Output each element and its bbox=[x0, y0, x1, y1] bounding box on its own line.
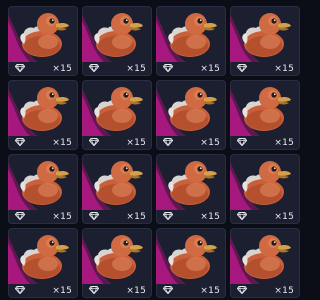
item-footer: ×15 bbox=[8, 60, 78, 76]
item-count: ×15 bbox=[200, 286, 220, 296]
inventory-item-card[interactable]: ×15 bbox=[230, 154, 300, 224]
inventory-item-card[interactable]: ×15 bbox=[82, 228, 152, 298]
item-count: ×15 bbox=[126, 138, 146, 148]
rubber-duck-icon bbox=[242, 235, 291, 279]
item-footer: ×15 bbox=[156, 60, 226, 76]
inventory-item-card[interactable]: ×15 bbox=[230, 228, 300, 298]
item-footer: ×15 bbox=[82, 134, 152, 150]
rubber-duck-icon bbox=[168, 235, 217, 279]
item-footer: ×15 bbox=[8, 282, 78, 298]
item-footer: ×15 bbox=[156, 134, 226, 150]
rubber-duck-icon bbox=[242, 87, 291, 131]
item-count: ×15 bbox=[52, 212, 72, 222]
inventory-item-card[interactable]: ×15 bbox=[156, 228, 226, 298]
gem-icon bbox=[163, 212, 173, 220]
item-count: ×15 bbox=[274, 64, 294, 74]
item-count: ×15 bbox=[126, 212, 146, 222]
item-count: ×15 bbox=[52, 286, 72, 296]
item-footer: ×15 bbox=[8, 208, 78, 224]
item-count: ×15 bbox=[52, 138, 72, 148]
inventory-item-card[interactable]: ×15 bbox=[230, 80, 300, 150]
inventory-item-card[interactable]: ×15 bbox=[82, 80, 152, 150]
item-footer: ×15 bbox=[8, 134, 78, 150]
item-count: ×15 bbox=[200, 138, 220, 148]
gem-icon bbox=[237, 64, 247, 72]
item-count: ×15 bbox=[126, 64, 146, 74]
gem-icon bbox=[15, 64, 25, 72]
rubber-duck-icon bbox=[94, 161, 143, 205]
item-footer: ×15 bbox=[230, 208, 300, 224]
rubber-duck-icon bbox=[94, 235, 143, 279]
item-footer: ×15 bbox=[230, 60, 300, 76]
gem-icon bbox=[15, 212, 25, 220]
gem-icon bbox=[163, 286, 173, 294]
rubber-duck-icon bbox=[168, 13, 217, 57]
inventory-item-card[interactable]: ×15 bbox=[230, 6, 300, 76]
rubber-duck-icon bbox=[242, 13, 291, 57]
item-count: ×15 bbox=[274, 212, 294, 222]
rubber-duck-icon bbox=[94, 13, 143, 57]
gem-icon bbox=[89, 286, 99, 294]
rubber-duck-icon bbox=[20, 13, 69, 57]
rubber-duck-icon bbox=[94, 87, 143, 131]
item-footer: ×15 bbox=[156, 282, 226, 298]
rubber-duck-icon bbox=[20, 235, 69, 279]
inventory-item-card[interactable]: ×15 bbox=[8, 154, 78, 224]
inventory-item-card[interactable]: ×15 bbox=[156, 6, 226, 76]
item-footer: ×15 bbox=[156, 208, 226, 224]
rubber-duck-icon bbox=[168, 87, 217, 131]
item-footer: ×15 bbox=[82, 60, 152, 76]
gem-icon bbox=[89, 64, 99, 72]
inventory-item-card[interactable]: ×15 bbox=[8, 228, 78, 298]
inventory-grid: ×15 ×15 ×15 ×15 ×15 ×15 ×15 ×15 ×15 ×15 … bbox=[0, 0, 300, 300]
item-count: ×15 bbox=[52, 64, 72, 74]
gem-icon bbox=[89, 138, 99, 146]
rubber-duck-icon bbox=[20, 87, 69, 131]
gem-icon bbox=[237, 138, 247, 146]
item-count: ×15 bbox=[200, 64, 220, 74]
item-count: ×15 bbox=[126, 286, 146, 296]
gem-icon bbox=[89, 212, 99, 220]
item-footer: ×15 bbox=[82, 208, 152, 224]
rubber-duck-icon bbox=[168, 161, 217, 205]
item-count: ×15 bbox=[274, 286, 294, 296]
gem-icon bbox=[163, 64, 173, 72]
gem-icon bbox=[163, 138, 173, 146]
item-count: ×15 bbox=[274, 138, 294, 148]
inventory-item-card[interactable]: ×15 bbox=[8, 80, 78, 150]
item-footer: ×15 bbox=[230, 282, 300, 298]
item-count: ×15 bbox=[200, 212, 220, 222]
inventory-item-card[interactable]: ×15 bbox=[82, 6, 152, 76]
inventory-item-card[interactable]: ×15 bbox=[8, 6, 78, 76]
inventory-item-card[interactable]: ×15 bbox=[156, 154, 226, 224]
gem-icon bbox=[15, 138, 25, 146]
inventory-item-card[interactable]: ×15 bbox=[156, 80, 226, 150]
gem-icon bbox=[15, 286, 25, 294]
gem-icon bbox=[237, 212, 247, 220]
rubber-duck-icon bbox=[242, 161, 291, 205]
item-footer: ×15 bbox=[230, 134, 300, 150]
item-footer: ×15 bbox=[82, 282, 152, 298]
gem-icon bbox=[237, 286, 247, 294]
rubber-duck-icon bbox=[20, 161, 69, 205]
inventory-item-card[interactable]: ×15 bbox=[82, 154, 152, 224]
